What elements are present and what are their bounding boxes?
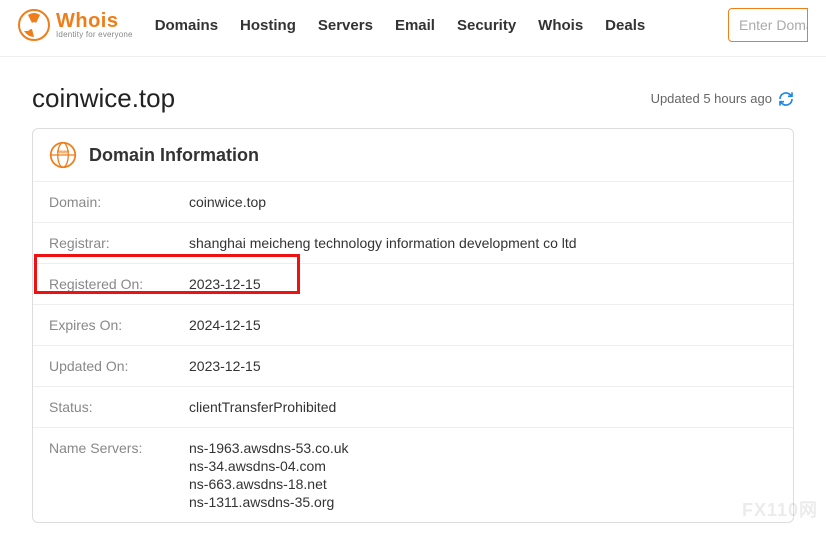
ns-1: ns-34.awsdns-04.com (189, 458, 349, 474)
row-domain: Domain: coinwice.top (33, 182, 793, 223)
row-name-servers: Name Servers: ns-1963.awsdns-53.co.uk ns… (33, 428, 793, 522)
nav-domains[interactable]: Domains (155, 17, 218, 34)
ns-3: ns-1311.awsdns-35.org (189, 494, 349, 510)
logo-text: Whois (56, 11, 133, 31)
label-registered-on: Registered On: (49, 276, 189, 292)
row-expires-on: Expires On: 2024-12-15 (33, 305, 793, 346)
ns-2: ns-663.awsdns-18.net (189, 476, 349, 492)
svg-text:www: www (56, 149, 70, 155)
ns-0: ns-1963.awsdns-53.co.uk (189, 440, 349, 456)
label-name-servers: Name Servers: (49, 440, 189, 510)
value-registered-on: 2023-12-15 (189, 276, 261, 292)
updated-text: Updated 5 hours ago (651, 91, 772, 106)
www-icon: www (49, 141, 77, 169)
nav-whois[interactable]: Whois (538, 17, 583, 34)
title-row: coinwice.top Updated 5 hours ago (32, 83, 794, 114)
nav-security[interactable]: Security (457, 17, 516, 34)
card-header: www Domain Information (33, 129, 793, 182)
nav-servers[interactable]: Servers (318, 17, 373, 34)
logo-subtext: Identity for everyone (56, 31, 133, 39)
topbar: Whois Identity for everyone Domains Host… (0, 0, 826, 57)
value-domain: coinwice.top (189, 194, 266, 210)
label-updated-on: Updated On: (49, 358, 189, 374)
value-status: clientTransferProhibited (189, 399, 336, 415)
nav-deals[interactable]: Deals (605, 17, 645, 34)
value-registrar: shanghai meicheng technology information… (189, 235, 577, 251)
domain-info-card: www Domain Information Domain: coinwice.… (32, 128, 794, 523)
nav-hosting[interactable]: Hosting (240, 17, 296, 34)
value-expires-on: 2024-12-15 (189, 317, 261, 333)
label-status: Status: (49, 399, 189, 415)
watermark: FX110网 (742, 496, 818, 522)
label-expires-on: Expires On: (49, 317, 189, 333)
nav-email[interactable]: Email (395, 17, 435, 34)
label-registrar: Registrar: (49, 235, 189, 251)
value-name-servers: ns-1963.awsdns-53.co.uk ns-34.awsdns-04.… (189, 440, 349, 510)
refresh-icon[interactable] (778, 91, 794, 107)
content: coinwice.top Updated 5 hours ago www Dom… (0, 57, 826, 549)
search-input[interactable]: Enter Domain (728, 8, 808, 42)
row-updated-on: Updated On: 2023-12-15 (33, 346, 793, 387)
page-title: coinwice.top (32, 83, 175, 114)
card-title: Domain Information (89, 145, 259, 166)
row-registrar: Registrar: shanghai meicheng technology … (33, 223, 793, 264)
label-domain: Domain: (49, 194, 189, 210)
main-nav: Domains Hosting Servers Email Security W… (155, 17, 728, 34)
row-status: Status: clientTransferProhibited (33, 387, 793, 428)
value-updated-on: 2023-12-15 (189, 358, 261, 374)
row-registered-on: Registered On: 2023-12-15 (33, 264, 793, 305)
updated-status: Updated 5 hours ago (651, 91, 794, 107)
logo-icon (18, 9, 50, 41)
logo[interactable]: Whois Identity for everyone (18, 9, 133, 41)
